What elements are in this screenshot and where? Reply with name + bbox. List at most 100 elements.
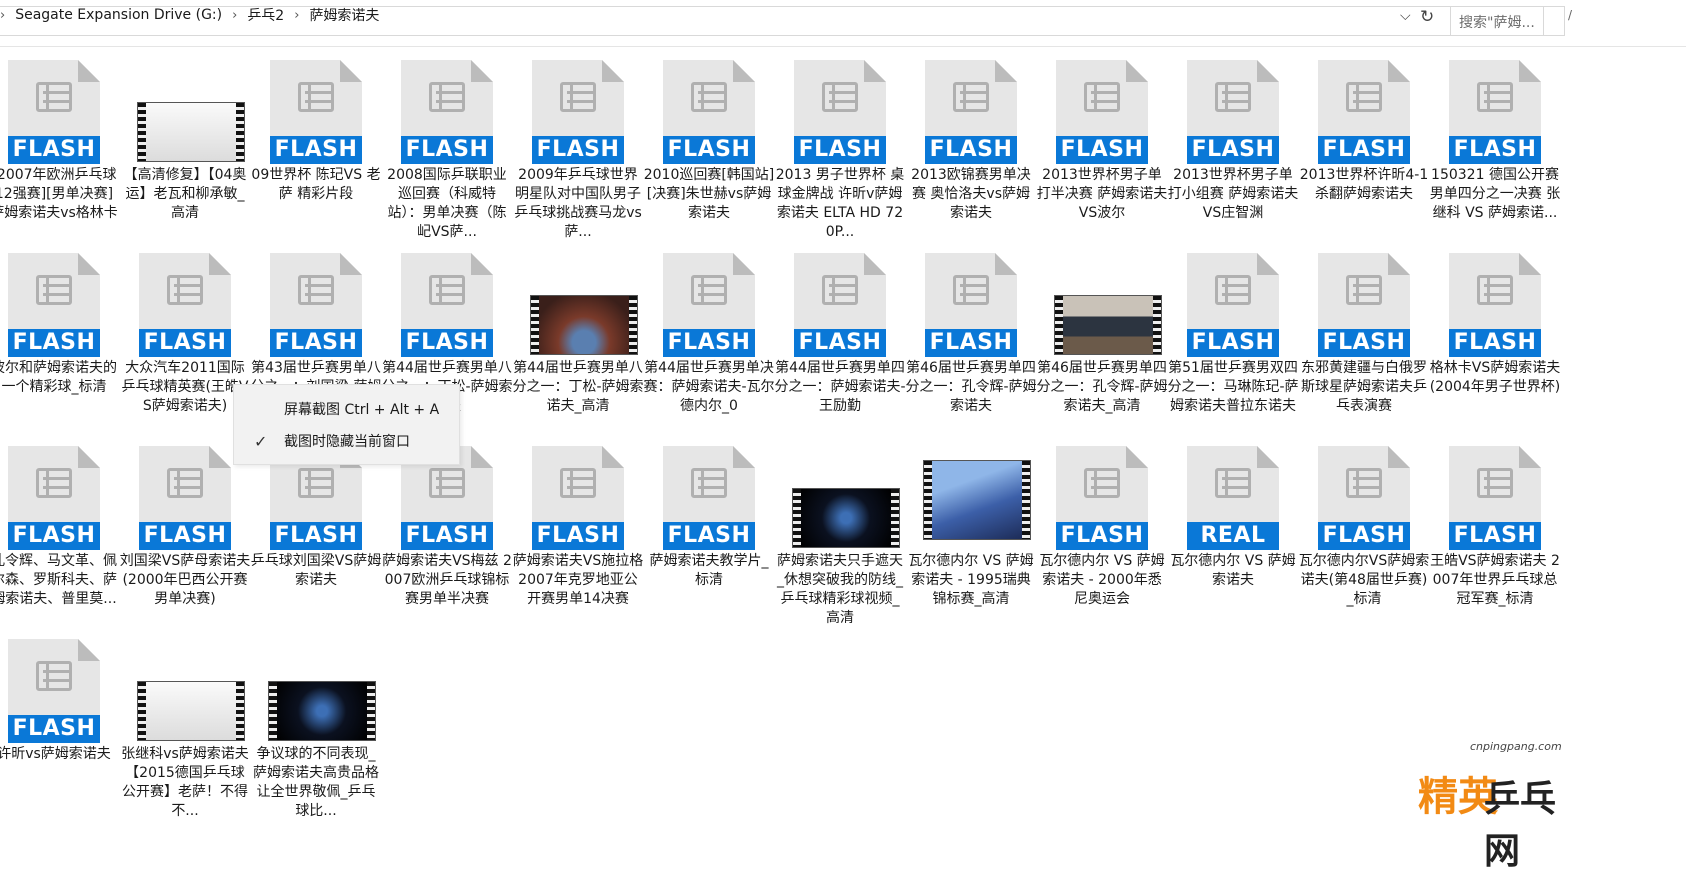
file-item[interactable]: FLASH 萨姆索诺夫VS施拉格 2007年克罗地亚公开赛男单14决赛 (508, 442, 648, 609)
file-item[interactable]: FLASH 2013世界杯男子单打小组赛 萨姆索诺夫VS庄智渊 (1163, 56, 1303, 223)
file-thumbnail: FLASH (1163, 56, 1303, 164)
file-name: 2013世界杯许昕4-1杀翻萨姆索诺夫 (1299, 167, 1429, 202)
menu-item-hide-window[interactable]: ✓ 截图时隐藏当前窗口 (234, 429, 459, 455)
file-item[interactable]: FLASH 2008国际乒联职业巡回赛（科威特站）：男单决赛（陈屺VS萨... (377, 56, 517, 242)
file-item[interactable]: FLASH 东邪黄建疆与白俄罗斯球星萨姆索诺夫乒乓表演赛 (1294, 249, 1434, 416)
flash-file-icon: FLASH (401, 253, 493, 357)
file-item[interactable]: 张继科vs萨姆索诺夫【2015德国乒乓球公开赛】老萨！不得不... (115, 635, 255, 821)
watermark-url: cnpingpang.com (1470, 740, 1562, 753)
film-icon (953, 275, 989, 305)
breadcrumb-folder-current[interactable]: 萨姆索诺夫 (309, 5, 379, 25)
file-item[interactable]: FLASH 王皓VS萨姆索诺夫 2007年世界乒乓球总冠军赛_标清 (1425, 442, 1565, 609)
refresh-icon[interactable]: ↻ (1420, 7, 1434, 27)
menu-item-screenshot[interactable]: 屏幕截图 Ctrl + Alt + A (234, 397, 459, 423)
context-menu: 屏幕截图 Ctrl + Alt + A ✓ 截图时隐藏当前窗口 (233, 384, 460, 465)
file-item[interactable]: FLASH 波尔和萨姆索诺夫的一个精彩球_标清 (0, 249, 124, 397)
file-thumbnail: FLASH (377, 249, 517, 357)
flash-file-icon: FLASH (8, 446, 100, 550)
file-item[interactable]: 【高清修复】【04奥运】老瓦和柳承敏_高清 (115, 56, 255, 223)
file-name: [2007年欧洲乒乓球12强赛][男单决赛]萨姆索诺夫vs格林卡 (0, 167, 118, 221)
file-item[interactable]: FLASH 瓦尔德内尔 VS 萨姆索诺夫 - 2000年悉尼奥运会 (1032, 442, 1172, 609)
file-thumbnail: FLASH (770, 56, 910, 164)
checkmark-icon: ✓ (254, 432, 268, 451)
file-thumbnail: FLASH (508, 442, 648, 550)
file-name: 第46届世乒赛男单四分之一：孔令辉-萨姆索诺夫_高清 (1036, 360, 1168, 414)
chevron-right-icon[interactable]: › (294, 8, 299, 23)
file-name: 萨姆索诺夫只手遮天_休想突破我的防线_乒乓球精彩球视频_高清 (777, 553, 903, 626)
file-thumbnail: FLASH (508, 56, 648, 164)
flash-file-icon: FLASH (663, 446, 755, 550)
film-icon (298, 82, 334, 112)
file-item[interactable]: FLASH 150321 德国公开赛男单四分之一决赛 张继科 VS 萨姆索诺... (1425, 56, 1565, 223)
file-item[interactable]: FLASH 刘国梁VS萨母索诺夫(2000年巴西公开赛男单决赛) (115, 442, 255, 609)
film-icon (1084, 82, 1120, 112)
file-type-badge: FLASH (8, 715, 100, 743)
file-item[interactable]: FLASH 许昕vs萨姆索诺夫 (0, 635, 124, 764)
flash-file-icon: FLASH (1449, 253, 1541, 357)
file-name: 第46届世乒赛男单四分之一：孔令辉-萨姆索诺夫 (905, 360, 1037, 414)
watermark-logo: cnpingpang.com 精英 乒乓网 (1400, 740, 1570, 872)
file-item[interactable]: FLASH 2013世界杯男子单打半决赛 萨姆索诺夫VS波尔 (1032, 56, 1172, 223)
real-file-icon: REAL (1187, 446, 1279, 550)
file-type-badge: FLASH (1449, 329, 1541, 357)
file-thumbnail (508, 249, 648, 355)
film-icon (429, 82, 465, 112)
file-item[interactable]: FLASH 孔令辉、马文革、佩尔森、罗斯科夫、萨姆索诺夫、普里莫... (0, 442, 124, 609)
file-item[interactable]: FLASH 2009年乒乓球世界明星队对中国队男子乒乓球挑战赛马龙vs萨... (508, 56, 648, 242)
film-icon (1346, 82, 1382, 112)
file-item[interactable]: FLASH [2007年欧洲乒乓球12强赛][男单决赛]萨姆索诺夫vs格林卡 (0, 56, 124, 223)
file-thumbnail: FLASH (1425, 56, 1565, 164)
file-type-badge: FLASH (1449, 522, 1541, 550)
file-item[interactable]: FLASH 萨姆索诺夫VS梅兹 2007欧洲乒乓球锦标赛男单半决赛 (377, 442, 517, 609)
file-item[interactable]: 第46届世乒赛男单四分之一：孔令辉-萨姆索诺夫_高清 (1032, 249, 1172, 416)
file-item[interactable]: FLASH 第51届世乒赛男双四分之一：马琳陈玘-萨姆索诺夫普拉东诺夫 (1163, 249, 1303, 416)
menu-item-label: 屏幕截图 Ctrl + Alt + A (284, 402, 440, 418)
file-item[interactable]: FLASH 2013 男子世界杯 桌球金牌战 许昕v萨姆索诺夫 ELTA HD 7… (770, 56, 910, 242)
file-item[interactable]: FLASH 2010巡回赛[韩国站][决赛]朱世赫vs萨姆索诺夫 (639, 56, 779, 223)
file-name: 刘国梁VS萨母索诺夫(2000年巴西公开赛男单决赛) (119, 553, 251, 607)
flash-file-icon: FLASH (1318, 60, 1410, 164)
file-thumbnail: FLASH (0, 442, 124, 550)
chevron-right-icon[interactable]: › (0, 8, 5, 23)
file-item[interactable]: FLASH 第46届世乒赛男单四分之一：孔令辉-萨姆索诺夫 (901, 249, 1041, 416)
file-type-badge: REAL (1187, 522, 1279, 550)
file-thumbnail: REAL (1163, 442, 1303, 550)
file-name: 波尔和萨姆索诺夫的一个精彩球_标清 (0, 360, 117, 395)
file-item[interactable]: 瓦尔德内尔 VS 萨姆索诺夫 - 1995瑞典锦标赛_高清 (901, 442, 1041, 609)
file-item[interactable]: FLASH 2013世界杯许昕4-1杀翻萨姆索诺夫 (1294, 56, 1434, 204)
breadcrumb-folder-pingpong2[interactable]: 乒乓2 (247, 5, 284, 25)
file-item[interactable]: FLASH 萨姆索诺夫教学片_标清 (639, 442, 779, 590)
file-name: 第44届世乒赛男单决赛：萨姆索诺夫-瓦尔德内尔_0 (643, 360, 775, 414)
file-name: 2013世界杯男子单打小组赛 萨姆索诺夫VS庄智渊 (1167, 167, 1299, 221)
file-item[interactable]: FLASH 格林卡VS萨姆索诺夫(2004年男子世界杯) (1425, 249, 1565, 397)
file-thumbnail: FLASH (1294, 56, 1434, 164)
file-thumbnail (246, 635, 386, 741)
file-item[interactable]: REAL 瓦尔德内尔 VS 萨姆索诺夫 (1163, 442, 1303, 590)
file-item[interactable]: FLASH 2013欧锦赛男单决赛 奥恰洛夫vs萨姆索诺夫 (901, 56, 1041, 223)
file-name: 萨姆索诺夫VS施拉格 2007年克罗地亚公开赛男单14决赛 (512, 553, 644, 607)
file-item[interactable]: 第44届世乒赛男单八分之一：丁松-萨姆索诺夫_高清 (508, 249, 648, 416)
file-thumbnail: FLASH (901, 56, 1041, 164)
film-icon (560, 82, 596, 112)
file-name: 2010巡回赛[韩国站][决赛]朱世赫vs萨姆索诺夫 (643, 167, 775, 221)
chevron-down-icon[interactable]: ⌵ (1400, 8, 1411, 24)
breadcrumb-drive[interactable]: Seagate Expansion Drive (G:) (15, 7, 222, 23)
file-type-badge: FLASH (270, 329, 362, 357)
film-icon (1346, 275, 1382, 305)
film-icon (429, 275, 465, 305)
file-item[interactable]: 争议球的不同表现_萨姆索诺夫高贵品格让全世界敬佩_乒乓球比... (246, 635, 386, 821)
search-input[interactable]: 搜索"萨姆... (1450, 6, 1565, 36)
video-thumbnail (137, 102, 245, 162)
file-item[interactable]: FLASH 第44届世乒赛男单决赛：萨姆索诺夫-瓦尔德内尔_0 (639, 249, 779, 416)
chevron-right-icon[interactable]: › (232, 8, 237, 23)
file-name: 150321 德国公开赛男单四分之一决赛 张继科 VS 萨姆索诺... (1429, 167, 1561, 221)
file-item[interactable]: FLASH 09世界杯 陈玘VS 老萨 精彩片段 (246, 56, 386, 204)
file-item[interactable]: 萨姆索诺夫只手遮天_休想突破我的防线_乒乓球精彩球视频_高清 (770, 442, 910, 628)
flash-file-icon: FLASH (925, 60, 1017, 164)
file-item[interactable]: FLASH 第44届世乒赛男单四分之一：萨姆索诺夫-王励勤 (770, 249, 910, 416)
film-icon (429, 468, 465, 498)
flash-file-icon: FLASH (1449, 446, 1541, 550)
file-item[interactable]: FLASH 瓦尔德内尔VS萨姆索诺夫(第48届世乒赛)_标清 (1294, 442, 1434, 609)
file-thumbnail: FLASH (1425, 249, 1565, 357)
header-divider (0, 46, 1686, 47)
